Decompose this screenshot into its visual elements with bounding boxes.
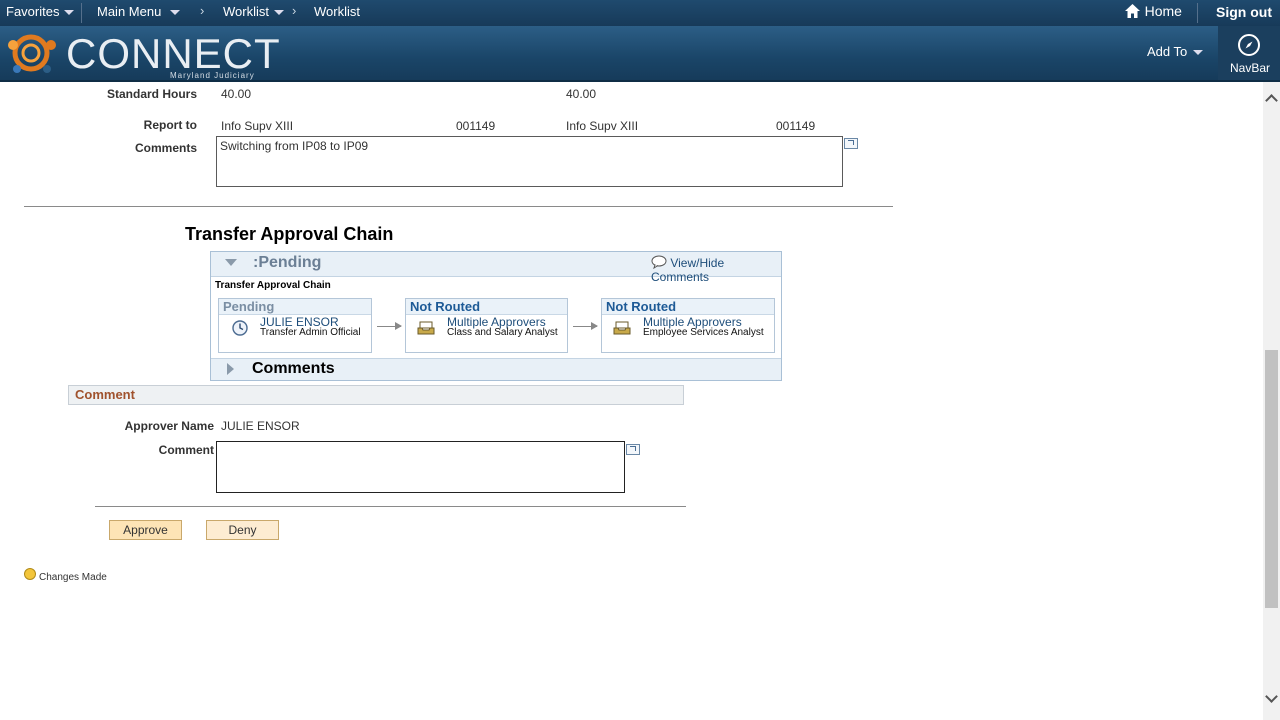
breadcrumb-separator-icon: ›	[292, 3, 297, 18]
flow-arrow-icon	[377, 322, 402, 330]
comment-section-header: Comment	[68, 385, 684, 405]
connect-logo-icon	[8, 34, 56, 73]
approval-stage: Not Routed Multiple Approvers Class and …	[405, 298, 568, 353]
divider	[1197, 3, 1198, 23]
report-to-current-id: 001149	[456, 119, 496, 133]
stage-status: Not Routed	[602, 299, 774, 315]
chevron-down-icon	[170, 10, 181, 16]
breadcrumb-separator-icon: ›	[200, 3, 205, 18]
standard-hours-label: Standard Hours	[106, 87, 197, 101]
top-navigation-bar: Favorites Main Menu › Worklist › Worklis…	[0, 0, 1280, 26]
standard-hours-new: 40.00	[566, 87, 597, 101]
favorites-menu[interactable]: Favorites	[6, 4, 75, 19]
approver-name-label: Approver Name	[124, 419, 214, 433]
home-label: Home	[1144, 3, 1182, 19]
comment-label: Comment	[158, 443, 214, 457]
compass-icon	[1238, 34, 1260, 56]
header-banner: CONNECT Maryland Judiciary Add To NavBar	[0, 26, 1280, 82]
approver-role: Employee Services Analyst	[643, 327, 764, 338]
comments-label: Comments	[134, 141, 197, 155]
collapse-triangle-icon[interactable]	[225, 259, 237, 266]
approver-role: Class and Salary Analyst	[447, 327, 558, 338]
main-menu-label: Main Menu	[97, 4, 162, 19]
report-to-current: Info Supv XIII	[221, 119, 294, 133]
divider	[81, 3, 82, 23]
changes-indicator-icon	[24, 568, 36, 580]
clock-icon	[232, 320, 248, 336]
breadcrumb-item: Worklist	[223, 4, 269, 19]
stage-status: Not Routed	[406, 299, 567, 315]
approver-role: Transfer Admin Official	[260, 327, 361, 338]
changes-made-label: Changes Made	[39, 572, 107, 583]
approval-chain-header: :Pending View/Hide Comments	[211, 252, 781, 284]
chevron-down-icon	[64, 10, 75, 16]
stage-status: Pending	[219, 299, 371, 315]
breadcrumb-worklist[interactable]: Worklist	[314, 4, 360, 19]
report-to-new: Info Supv XIII	[566, 119, 639, 133]
breadcrumb-worklist-menu[interactable]: Worklist	[223, 4, 284, 19]
add-to-menu[interactable]: Add To	[1147, 44, 1204, 59]
logo-subtitle: Maryland Judiciary	[170, 71, 255, 80]
expand-text-icon[interactable]	[626, 444, 640, 455]
scrollbar-thumb[interactable]	[1265, 350, 1278, 608]
add-to-label: Add To	[1147, 44, 1188, 59]
comments-toggle-label: Comments	[252, 360, 335, 377]
navbar-button[interactable]: NavBar	[1218, 26, 1280, 80]
comment-section-title: Comment	[75, 387, 135, 402]
comments-field[interactable]: Switching from IP08 to IP09	[216, 136, 843, 187]
approval-status: :Pending	[253, 254, 322, 271]
standard-hours-current: 40.00	[221, 87, 252, 101]
chain-label: Transfer Approval Chain	[215, 280, 331, 291]
expand-text-icon[interactable]	[844, 138, 858, 149]
flow-arrow-icon	[573, 322, 598, 330]
approval-stage: Pending JULIE ENSOR Transfer Admin Offic…	[218, 298, 372, 353]
comments-collapsible[interactable]: Comments	[211, 358, 781, 380]
home-link[interactable]: Home	[1124, 3, 1182, 19]
sign-out-link[interactable]: Sign out	[1216, 4, 1272, 20]
view-hide-comments-link[interactable]: View/Hide Comments	[651, 255, 781, 284]
home-icon	[1125, 4, 1140, 18]
approval-chain-panel: :Pending View/Hide Comments Transfer App…	[210, 251, 782, 381]
approver-name-value: JULIE ENSOR	[221, 419, 300, 433]
approve-button[interactable]: Approve	[109, 520, 182, 540]
navbar-label: NavBar	[1230, 61, 1271, 75]
report-to-new-id: 001149	[776, 119, 816, 133]
inbox-tray-icon	[417, 321, 435, 335]
approval-stage: Not Routed Multiple Approvers Employee S…	[601, 298, 775, 353]
chevron-down-icon	[1193, 50, 1204, 56]
favorites-label: Favorites	[6, 4, 60, 19]
report-to-label: Report to	[143, 118, 197, 132]
section-divider	[24, 206, 893, 207]
comment-input[interactable]	[216, 441, 625, 493]
section-divider	[95, 506, 686, 507]
chevron-down-icon	[273, 10, 284, 16]
speech-bubble-icon	[651, 255, 667, 270]
inbox-tray-icon	[613, 321, 631, 335]
main-menu[interactable]: Main Menu	[97, 4, 181, 19]
expand-triangle-icon	[227, 363, 234, 375]
approval-chain-title: Transfer Approval Chain	[185, 224, 394, 244]
deny-button[interactable]: Deny	[206, 520, 279, 540]
